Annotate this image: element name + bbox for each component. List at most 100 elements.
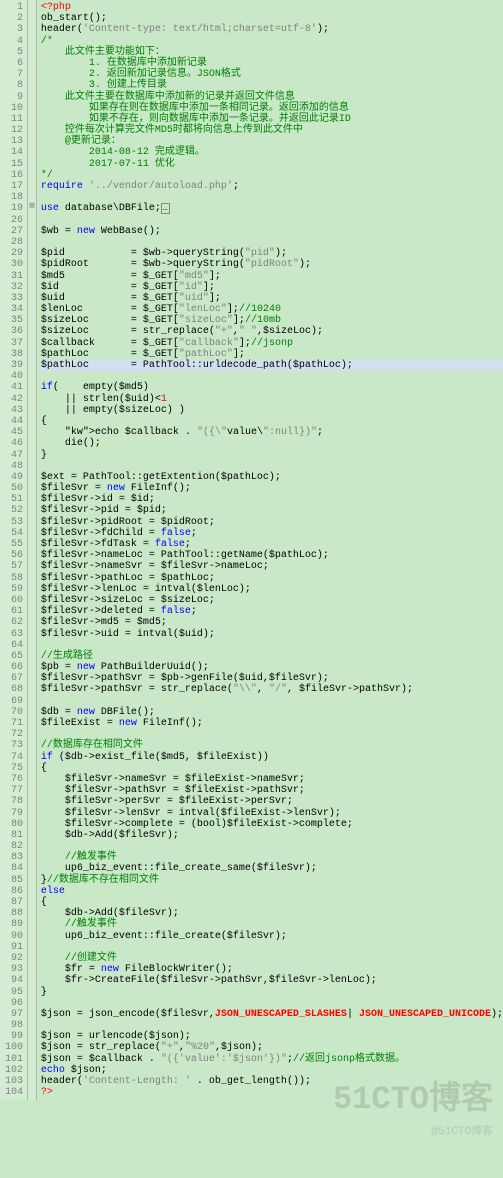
fold-marker[interactable] — [28, 246, 36, 257]
fold-marker[interactable] — [28, 627, 36, 638]
fold-marker[interactable] — [28, 347, 36, 358]
code-line[interactable]: $pb = new PathBuilderUuid(); — [41, 662, 503, 673]
code-line[interactable] — [41, 729, 503, 740]
fold-marker[interactable] — [28, 794, 36, 805]
code-line[interactable]: { — [41, 897, 503, 908]
code-line[interactable]: ?> — [41, 1087, 503, 1098]
fold-marker[interactable] — [28, 839, 36, 850]
fold-marker[interactable] — [28, 145, 36, 156]
code-line[interactable]: $json = str_replace("+","%20",$json); — [41, 1042, 503, 1053]
fold-marker[interactable] — [28, 101, 36, 112]
code-line[interactable]: 2. 返回新加记录信息。JSON格式 — [41, 69, 503, 80]
fold-marker[interactable] — [28, 481, 36, 492]
code-line[interactable] — [41, 192, 503, 203]
code-line[interactable] — [41, 237, 503, 248]
fold-marker[interactable] — [28, 0, 36, 11]
code-line[interactable]: //触发事件 — [41, 919, 503, 930]
code-line[interactable]: } — [41, 987, 503, 998]
code-line[interactable]: $fileSvr->perSvr = $fileExist->perSvr; — [41, 796, 503, 807]
code-line[interactable]: 2017-07-11 优化 — [41, 159, 503, 170]
code-line[interactable]: die(); — [41, 438, 503, 449]
code-line[interactable]: */ — [41, 170, 503, 181]
code-line[interactable]: }//数据库不存在相同文件 — [41, 875, 503, 886]
fold-marker[interactable] — [28, 861, 36, 872]
code-line[interactable]: //数据库存在相同文件 — [41, 740, 503, 751]
code-line[interactable]: $sizeLoc = $_GET["sizeLoc"];//10mb — [41, 315, 503, 326]
code-line[interactable]: header('Content-type: text/html;charset=… — [41, 24, 503, 35]
code-line[interactable]: echo $json; — [41, 1065, 503, 1076]
fold-marker[interactable] — [28, 694, 36, 705]
code-line[interactable]: $fileSvr->pathSvr = str_replace("\\", "/… — [41, 684, 503, 695]
fold-marker[interactable] — [28, 45, 36, 56]
code-line[interactable]: $fileSvr->deleted = false; — [41, 606, 503, 617]
fold-marker[interactable] — [28, 750, 36, 761]
fold-marker[interactable] — [28, 179, 36, 190]
code-content[interactable]: <?phpob_start();header('Content-type: te… — [37, 0, 503, 1100]
fold-marker[interactable] — [28, 705, 36, 716]
fold-marker[interactable] — [28, 828, 36, 839]
fold-marker[interactable] — [28, 1052, 36, 1063]
fold-marker[interactable] — [28, 414, 36, 425]
fold-marker[interactable] — [28, 392, 36, 403]
fold-marker[interactable] — [28, 716, 36, 727]
fold-marker[interactable] — [28, 1007, 36, 1018]
fold-marker[interactable] — [28, 134, 36, 145]
fold-marker[interactable] — [28, 470, 36, 481]
code-line[interactable]: 如果不存在，则向数据库中添加一条记录。并返回此记录ID — [41, 114, 503, 125]
code-line[interactable]: $fileSvr->lenSvr = intval($fileExist->le… — [41, 808, 503, 819]
code-line[interactable]: $uid = $_GET["uid"]; — [41, 293, 503, 304]
code-line[interactable]: $fileSvr->nameLoc = PathTool::getName($p… — [41, 550, 503, 561]
fold-marker[interactable] — [28, 459, 36, 470]
fold-marker[interactable] — [28, 1018, 36, 1029]
code-line[interactable]: $fileSvr->uid = intval($uid); — [41, 629, 503, 640]
fold-marker[interactable] — [28, 660, 36, 671]
fold-marker[interactable] — [28, 336, 36, 347]
fold-marker[interactable] — [28, 548, 36, 559]
fold-marker[interactable] — [28, 425, 36, 436]
fold-marker[interactable] — [28, 313, 36, 324]
code-line[interactable]: $fileSvr->sizeLoc = $sizeLoc; — [41, 595, 503, 606]
code-line[interactable]: $ext = PathTool::getExtention($pathLoc); — [41, 472, 503, 483]
fold-marker[interactable] — [28, 884, 36, 895]
fold-marker[interactable] — [28, 291, 36, 302]
fold-marker[interactable] — [28, 369, 36, 380]
fold-marker[interactable] — [28, 615, 36, 626]
code-line[interactable] — [41, 841, 503, 852]
fold-marker[interactable] — [28, 940, 36, 951]
code-line[interactable]: 1. 在数据库中添加新记录 — [41, 58, 503, 69]
fold-marker[interactable] — [28, 727, 36, 738]
code-line[interactable]: 此文件主要在数据库中添加新的记录并返回文件信息 — [41, 92, 503, 103]
code-line[interactable]: $fileSvr->pathLoc = $pathLoc; — [41, 573, 503, 584]
fold-marker[interactable] — [28, 11, 36, 22]
code-line[interactable]: up6_biz_event::file_create_same($fileSvr… — [41, 863, 503, 874]
code-line[interactable]: up6_biz_event::file_create($fileSvr); — [41, 931, 503, 942]
fold-marker[interactable] — [28, 34, 36, 45]
fold-marker[interactable] — [28, 1063, 36, 1074]
code-line[interactable]: $md5 = $_GET["md5"]; — [41, 271, 503, 282]
fold-marker[interactable] — [28, 380, 36, 391]
fold-marker[interactable] — [28, 783, 36, 794]
code-line[interactable] — [41, 640, 503, 651]
fold-marker[interactable] — [28, 280, 36, 291]
fold-marker[interactable] — [28, 503, 36, 514]
fold-marker[interactable] — [28, 906, 36, 917]
code-line[interactable]: $db = new DBFile(); — [41, 707, 503, 718]
code-line[interactable]: $fileSvr->pathSvr = $fileExist->pathSvr; — [41, 785, 503, 796]
fold-marker[interactable] — [28, 302, 36, 313]
fold-marker[interactable] — [28, 67, 36, 78]
fold-marker[interactable] — [28, 571, 36, 582]
fold-marker[interactable] — [28, 358, 36, 369]
fold-marker[interactable] — [28, 604, 36, 615]
fold-marker[interactable] — [28, 962, 36, 973]
fold-marker[interactable] — [28, 537, 36, 548]
code-line[interactable]: @更新记录： — [41, 136, 503, 147]
fold-marker[interactable] — [28, 682, 36, 693]
fold-marker[interactable] — [28, 168, 36, 179]
code-line[interactable]: $fr->CreateFile($fileSvr->pathSvr,$fileS… — [41, 975, 503, 986]
fold-marker[interactable] — [28, 806, 36, 817]
code-line[interactable]: $pidRoot = $wb->queryString("pidRoot"); — [41, 259, 503, 270]
code-line[interactable]: $fileSvr = new FileInf(); — [41, 483, 503, 494]
code-line[interactable]: 2014-08-12 完成逻辑。 — [41, 147, 503, 158]
fold-marker[interactable] — [28, 436, 36, 447]
code-line[interactable] — [41, 942, 503, 953]
